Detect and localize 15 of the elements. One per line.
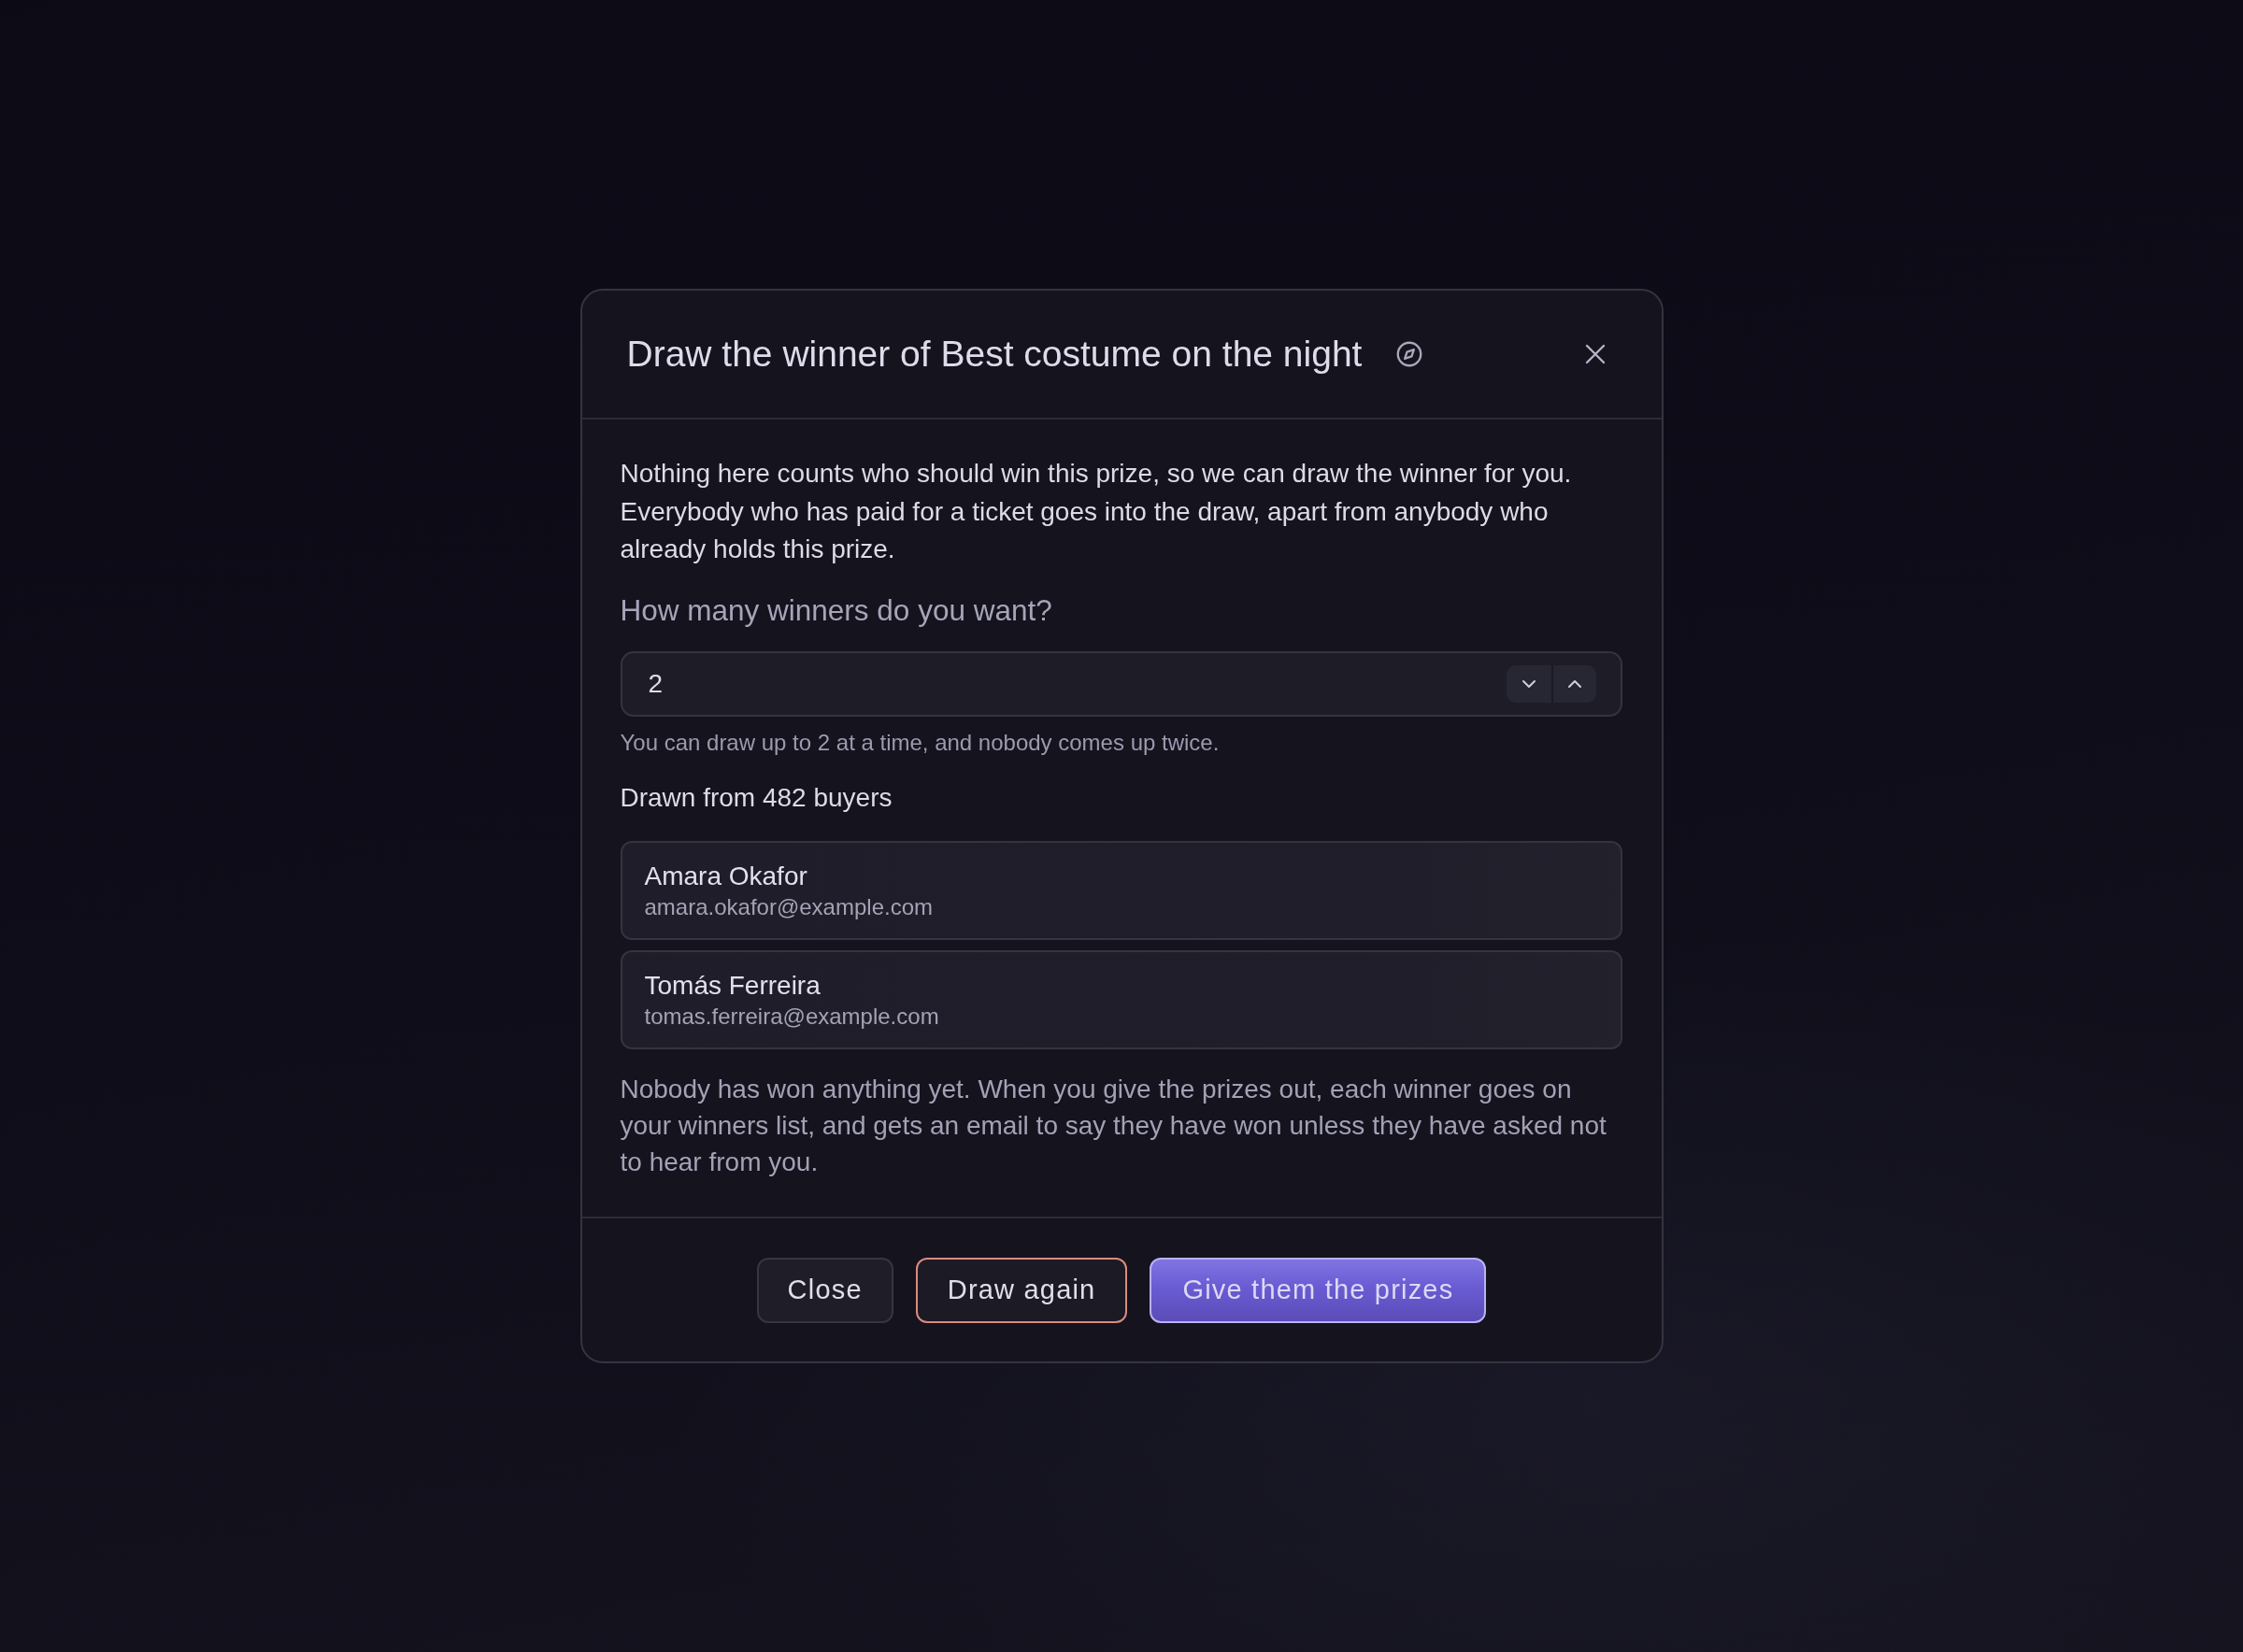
secondary-button[interactable]: Close [756, 1257, 893, 1323]
winner-email: tomas.ferreira@example.com [644, 1002, 940, 1031]
winner-email: amara.okafor@example.com [644, 892, 934, 921]
intro-text: Nothing here counts who should win this prize, so we can draw the winner for you. Everybody who has paid for a ticket goes into the draw, apart from anybody who already holds this prize. [620, 458, 1573, 565]
compass-icon [1396, 341, 1423, 367]
number-input-field[interactable]: 2 [620, 650, 1622, 717]
dialog-title: Draw the winner of Best costume on the night [626, 334, 1363, 375]
note-text: Nobody has won anything yet. When you give the prizes out, each winner goes on your winners list, and gets an email to say they have won unless they have asked not to hear from you. [620, 1073, 1607, 1178]
pool-label: Drawn from 482 buyers [620, 781, 893, 814]
winner-name: Amara Okafor [644, 860, 808, 892]
winner-name: Tomás Ferreira [644, 969, 821, 1002]
secondary-button[interactable]: Draw again [915, 1257, 1128, 1323]
hint-text: You can draw up to 2 at a time, and nobody comes up twice. [620, 728, 1221, 757]
field-label: How many winners do you want? [620, 591, 1053, 629]
primary-button[interactable]: Give them the prizes [1150, 1257, 1487, 1323]
